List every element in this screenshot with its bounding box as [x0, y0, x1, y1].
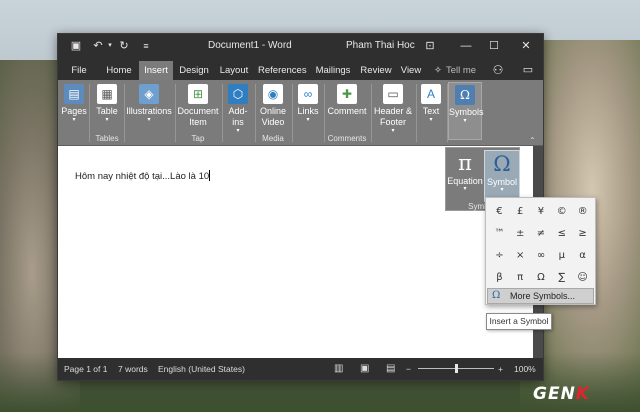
- tab-view[interactable]: View: [398, 61, 424, 80]
- symbol-cell[interactable]: ×: [510, 245, 531, 267]
- more-symbols-item[interactable]: Ω More Symbols...: [487, 288, 594, 304]
- symbol-cell[interactable]: ÷: [489, 245, 510, 267]
- symbol-grid: € £ ¥ © ® ™ ± ≠ ≤ ≥ ÷ × ∞ µ α β π Ω ∑ ☺: [489, 201, 593, 289]
- tab-layout[interactable]: Layout: [217, 61, 251, 80]
- header-footer-icon: ▭: [383, 84, 403, 104]
- table-icon: ▦: [97, 84, 117, 104]
- zoom-out-icon[interactable]: −: [406, 358, 411, 380]
- customize-qat-icon[interactable]: ≡: [136, 34, 156, 58]
- symbol-cell[interactable]: µ: [551, 245, 572, 267]
- symbol-cell[interactable]: π: [510, 267, 531, 289]
- header-footer-button[interactable]: ▭ Header & Footer ▾: [373, 84, 413, 135]
- zoom-in-icon[interactable]: +: [498, 358, 503, 380]
- symbol-cell[interactable]: ☺: [572, 267, 593, 289]
- minimize-icon[interactable]: —: [456, 34, 476, 58]
- ribbon-insert: ▤ Pages ▾ ▦ Table ▾ Tables ◈ Illustrations…: [58, 80, 543, 146]
- document-body-text[interactable]: Hôm nay nhiệt độ tại...Lào là 10: [75, 170, 211, 182]
- symbol-cell[interactable]: α: [572, 245, 593, 267]
- window-title: Document1 - Word: [208, 40, 292, 51]
- symbol-cell[interactable]: β: [489, 267, 510, 289]
- tab-review[interactable]: Review: [359, 61, 393, 80]
- zoom-slider[interactable]: [418, 364, 494, 373]
- group-label-tables: Tables: [95, 134, 119, 143]
- pages-button[interactable]: ▤ Pages ▾: [61, 84, 87, 124]
- ribbon-tabs: File Home Insert Design Layout Reference…: [58, 58, 543, 80]
- symbol-cell[interactable]: Ω: [531, 267, 552, 289]
- omega-icon: Ω: [492, 290, 501, 301]
- page-count[interactable]: Page 1 of 1: [64, 358, 107, 380]
- addins-icon: ⬡: [228, 84, 248, 104]
- redo-icon[interactable]: ↻: [114, 34, 134, 58]
- illustrations-button[interactable]: ◈ Illustrations ▾: [126, 84, 172, 124]
- group-label-comments: Comments: [327, 134, 367, 143]
- read-mode-icon[interactable]: ▥: [334, 358, 343, 380]
- symbol-button[interactable]: Ω Symbol ▾: [484, 150, 520, 202]
- tab-file[interactable]: File: [66, 61, 92, 80]
- document-item-button[interactable]: ⊞ Document Item: [177, 84, 219, 128]
- omega-icon: Ω: [455, 85, 475, 105]
- symbol-cell[interactable]: ≠: [531, 223, 552, 245]
- symbol-cell[interactable]: ≤: [551, 223, 572, 245]
- group-label-tap: Tap: [191, 134, 205, 143]
- maximize-icon[interactable]: ☐: [484, 34, 504, 58]
- save-icon[interactable]: ▣: [66, 34, 86, 58]
- print-layout-icon[interactable]: ▣: [360, 358, 369, 380]
- text-button[interactable]: A Text ▾: [418, 84, 444, 124]
- symbol-cell[interactable]: ∑: [551, 267, 572, 289]
- zoom-level[interactable]: 100%: [514, 358, 536, 380]
- zoom-slider-thumb[interactable]: [455, 364, 458, 373]
- tab-design[interactable]: Design: [177, 61, 211, 80]
- tooltip: Insert a Symbol: [486, 313, 552, 330]
- omega-icon: Ω: [493, 152, 511, 176]
- genk-logo: GENK: [533, 384, 590, 404]
- symbol-cell[interactable]: €: [489, 201, 510, 223]
- symbol-cell[interactable]: ≥: [572, 223, 593, 245]
- tab-insert[interactable]: Insert: [139, 61, 173, 80]
- symbol-cell[interactable]: ±: [510, 223, 531, 245]
- link-icon: ∞: [298, 84, 318, 104]
- symbol-cell[interactable]: ¥: [531, 201, 552, 223]
- illustrations-icon: ◈: [139, 84, 159, 104]
- web-layout-icon[interactable]: ▤: [386, 358, 395, 380]
- pi-icon: π: [458, 151, 472, 175]
- title-bar: ▣ ↶ ▾ ↻ ≡ Document1 - Word Pham Thai Hoc…: [58, 34, 543, 58]
- symbol-cell[interactable]: ®: [572, 201, 593, 223]
- online-video-icon: ◉: [263, 84, 283, 104]
- pages-icon: ▤: [64, 84, 84, 104]
- addins-button[interactable]: ⬡ Add- ins ▾: [225, 84, 251, 135]
- status-bar: Page 1 of 1 7 words English (United Stat…: [58, 358, 543, 380]
- comment-icon: ✚: [337, 84, 357, 104]
- document-item-icon: ⊞: [188, 84, 208, 104]
- symbol-cell[interactable]: ∞: [531, 245, 552, 267]
- tab-references[interactable]: References: [258, 61, 307, 80]
- text-cursor: [209, 170, 211, 181]
- language-indicator[interactable]: English (United States): [158, 358, 245, 380]
- lightbulb-icon[interactable]: ✧: [432, 61, 444, 80]
- group-label-media: Media: [262, 134, 284, 143]
- collapse-ribbon-icon[interactable]: ⌃: [529, 136, 536, 145]
- tell-me-box[interactable]: Tell me: [444, 61, 478, 80]
- symbol-dropdown: € £ ¥ © ® ™ ± ≠ ≤ ≥ ÷ × ∞ µ α β π Ω ∑ ☺ Ω More Symbols...: [485, 197, 596, 305]
- user-name[interactable]: Pham Thai Hoc: [346, 34, 415, 58]
- word-count[interactable]: 7 words: [118, 358, 148, 380]
- table-button[interactable]: ▦ Table ▾: [92, 84, 122, 124]
- tab-mailings[interactable]: Mailings: [313, 61, 353, 80]
- online-video-button[interactable]: ◉ Online Video: [257, 84, 289, 128]
- symbol-cell[interactable]: ©: [551, 201, 572, 223]
- equation-button[interactable]: π Equation ▾: [447, 150, 483, 202]
- comments-icon[interactable]: ▭: [518, 61, 538, 80]
- comment-button[interactable]: ✚ Comment: [326, 84, 368, 117]
- close-icon[interactable]: ✕: [516, 34, 536, 58]
- symbol-cell[interactable]: £: [510, 201, 531, 223]
- symbol-cell[interactable]: ™: [489, 223, 510, 245]
- ribbon-display-options-icon[interactable]: ⊡: [420, 34, 440, 58]
- text-box-icon: A: [421, 84, 441, 104]
- symbols-button[interactable]: Ω Symbols ▾: [448, 82, 484, 140]
- share-icon[interactable]: ⚇: [488, 61, 508, 80]
- tab-home[interactable]: Home: [104, 61, 134, 80]
- links-button[interactable]: ∞ Links ▾: [295, 84, 321, 124]
